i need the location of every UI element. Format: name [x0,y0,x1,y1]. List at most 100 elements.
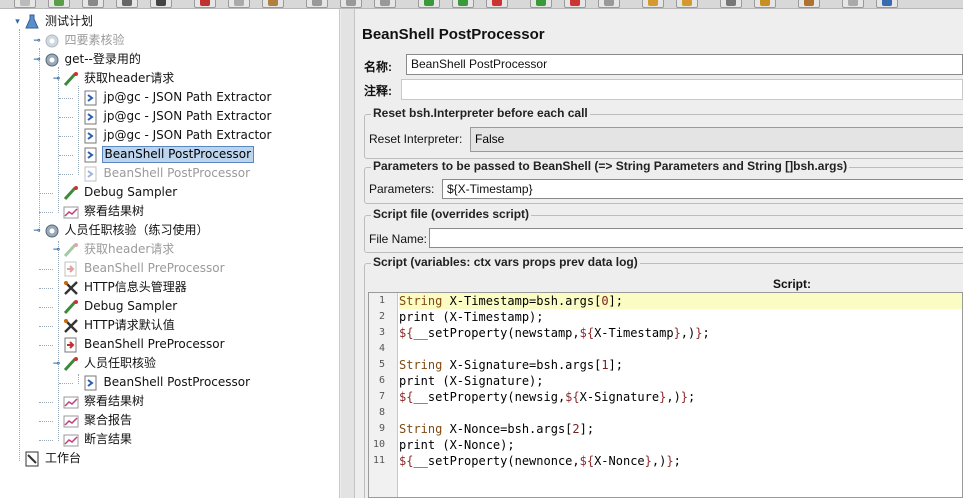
script-line: ${__setProperty(newstamp,${X-Timestamp},… [399,326,710,340]
script-file-group: Script file (overrides script) File Name… [364,207,963,253]
tree-node-label[interactable]: jp@gc - JSON Path Extractor [102,127,274,144]
tree-node-label[interactable]: BeanShell PostProcessor [102,165,253,182]
script-editor[interactable]: 1 2 3 4 5 6 7 8 9 10 11 String X-Timestamp=bsh.arg… [368,292,963,498]
script-line: ${__setProperty(newnonce,${X-Nonce},)}; [399,454,681,468]
reset-interpreter-label: Reset Interpreter: [369,132,463,146]
save-as-button[interactable] [150,0,172,8]
line-number: 4 [378,343,385,354]
line-number: 8 [378,407,385,418]
toggle-button[interactable] [374,0,396,8]
listener-icon [63,394,79,410]
tree-expand-toggle[interactable]: ⊸ [33,37,42,46]
tree-node-label[interactable]: 人员任职核验 [82,355,158,372]
reset-group-title: Reset bsh.Interpreter before each call [371,106,590,120]
clear-button[interactable] [642,0,664,8]
script-line: print (X-Nonce); [399,438,515,452]
tree-expand-toggle[interactable]: ⊸ [33,56,42,65]
tree-expand-toggle[interactable]: ⊸ [52,246,61,255]
tree-node-label[interactable]: 聚合报告 [82,412,134,429]
tree-node-label[interactable]: Debug Sampler [82,298,179,315]
script-header: Script: [773,277,812,291]
log-button[interactable] [876,0,898,8]
parameters-label: Parameters: [369,182,435,196]
script-line: String X-Timestamp=bsh.args[0]; [399,294,623,308]
tree-node-label[interactable]: get--登录用的 [63,51,143,68]
tree-connector [58,117,73,118]
tree-connector [39,345,53,346]
tree-node-label[interactable]: Debug Sampler [82,184,179,201]
save-button[interactable] [116,0,138,8]
tree-connector [39,269,53,270]
expand-button[interactable] [306,0,328,8]
templates-button[interactable] [48,0,70,8]
script-line: ${__setProperty(newsig,${X-Signature},)}… [399,390,696,404]
tree-expand-toggle[interactable]: ⊸ [52,75,61,84]
tree-connector [58,241,59,441]
tree-expand-toggle[interactable]: ⊸ [33,227,42,236]
function-helper-button[interactable] [798,0,820,8]
collapse-button[interactable] [340,0,362,8]
tree-node-label[interactable]: 察看结果树 [82,203,146,220]
script-line: print (X-Signature); [399,374,544,388]
open-button[interactable] [82,0,104,8]
tree-connector [19,29,20,461]
tree-node-label[interactable]: jp@gc - JSON Path Extractor [102,89,274,106]
paste-button[interactable] [262,0,284,8]
tree-connector [39,440,53,441]
tree-node-label[interactable]: BeanShell PreProcessor [82,336,227,353]
tree-node-label[interactable]: jp@gc - JSON Path Extractor [102,108,274,125]
search-button[interactable] [720,0,742,8]
start-no-pause-button[interactable] [452,0,474,8]
reset-interpreter-select[interactable]: False [470,127,963,152]
comment-field[interactable] [401,79,963,100]
help-button[interactable] [842,0,864,8]
tree-node-label[interactable]: 断言结果 [82,431,134,448]
tree-node-label[interactable]: 人员任职核验（练习使用） [63,222,211,239]
tree-node-label[interactable]: 工作台 [43,450,83,467]
script-line: print (X-Timestamp); [399,310,544,324]
post-processor-icon [83,375,99,391]
remote-exit-button[interactable] [598,0,620,8]
tree-node-label[interactable]: HTTP信息头管理器 [82,279,189,296]
copy-button[interactable] [228,0,250,8]
tree-expand-toggle[interactable]: ▾ [13,18,22,27]
toolbar [0,0,963,9]
line-number: 7 [378,391,385,402]
thread-group-icon [44,223,60,239]
tree-node-label[interactable]: BeanShell PostProcessor [101,146,255,163]
clear-all-button[interactable] [676,0,698,8]
line-number: 9 [378,423,385,434]
split-pane-divider[interactable] [341,9,355,498]
tree-node-label[interactable]: 获取header请求 [82,70,176,87]
reset-search-button[interactable] [754,0,776,8]
sampler-icon [63,242,79,258]
tree-connector [39,326,53,327]
stop-button[interactable] [486,0,508,8]
tree-node-label[interactable]: BeanShell PreProcessor [82,260,227,277]
parameters-group: Parameters to be passed to BeanShell (=>… [364,159,963,204]
script-file-group-title: Script file (overrides script) [371,207,532,221]
tree-node-label[interactable]: 四要素核验 [63,32,127,49]
line-number: 2 [378,311,385,322]
tree-connector [39,421,53,422]
tree-node-label[interactable]: 测试计划 [43,13,95,30]
tree-node-label[interactable]: 获取header请求 [82,241,176,258]
new-button[interactable] [14,0,36,8]
line-number: 6 [378,375,385,386]
sampler-icon [63,71,79,87]
file-name-field[interactable] [429,228,963,248]
listener-icon [63,413,79,429]
remote-stop-button[interactable] [564,0,586,8]
name-field[interactable]: BeanShell PostProcessor [406,54,963,75]
tree-node-label[interactable]: HTTP请求默认值 [82,317,177,334]
test-plan-tree[interactable]: ▾ 测试计划 ⊸ 四要素核验 ⊸ get--登录用的 ⊸ 获取header请求 jp@gc - … [0,9,340,498]
parameters-field[interactable]: ${X-Timestamp} [442,179,963,199]
start-button[interactable] [418,0,440,8]
tree-expand-toggle[interactable]: ⊸ [52,360,61,369]
tree-node-label[interactable]: BeanShell PostProcessor [102,374,253,391]
tree-connector [39,193,53,194]
cut-button[interactable] [194,0,216,8]
remote-start-button[interactable] [530,0,552,8]
workbench-icon [24,451,40,467]
tree-node-label[interactable]: 察看结果树 [82,393,146,410]
